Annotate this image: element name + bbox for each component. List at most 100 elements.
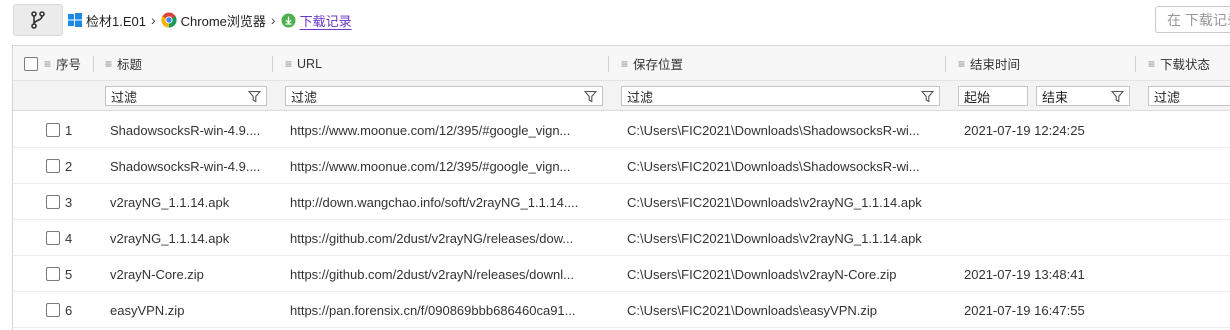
row-index: 3 [46, 184, 72, 220]
row-index: 2 [46, 148, 72, 184]
breadcrumb-item-evidence[interactable]: 检材1.E01 [68, 11, 146, 30]
column-menu-icon[interactable]: ≡ [105, 57, 112, 71]
row-index: 4 [46, 220, 72, 256]
filter-label: 结束 [1042, 89, 1069, 105]
save-path-filter-input[interactable]: 过滤 [621, 86, 940, 106]
table-row[interactable]: 3 v2rayNG_1.1.14.apk http://down.wangcha… [13, 184, 1230, 220]
row-number: 1 [65, 122, 73, 138]
column-label: 保存位置 [633, 58, 684, 72]
column-divider[interactable] [1135, 56, 1136, 72]
column-label: 下载状态 [1160, 58, 1211, 72]
row-index: 1 [46, 112, 72, 148]
column-header-url[interactable]: ≡ URL [285, 46, 322, 81]
row-save-path: C:\Users\FIC2021\Downloads\v2rayNG_1.1.1… [627, 230, 922, 246]
table-row[interactable]: 1 ShadowsocksR-win-4.9.... https://www.m… [13, 112, 1230, 148]
branch-button[interactable] [13, 4, 63, 36]
column-divider[interactable] [608, 56, 609, 72]
filter-funnel-icon[interactable] [578, 90, 602, 103]
row-number: 3 [65, 194, 73, 210]
title-filter-input[interactable]: 过滤 [105, 86, 267, 106]
filter-label: 过滤 [627, 89, 654, 105]
row-status [1154, 292, 1230, 328]
row-title: ShadowsocksR-win-4.9.... [110, 122, 261, 138]
row-number: 2 [65, 158, 73, 174]
breadcrumb-item-downloads[interactable]: 下载记录 [281, 11, 352, 30]
filter-funnel-icon[interactable] [915, 90, 939, 103]
row-end-time [964, 148, 1134, 184]
row-status [1154, 256, 1230, 292]
breadcrumb-label: 下载记录 [299, 13, 352, 29]
download-icon [281, 13, 296, 28]
row-title: v2rayN-Core.zip [110, 266, 204, 282]
column-header-title[interactable]: ≡ 标题 [105, 46, 142, 81]
row-title: v2rayNG_1.1.14.apk [110, 230, 230, 246]
column-label: 序号 [56, 58, 82, 72]
column-divider[interactable] [945, 56, 946, 72]
filter-label: 过滤 [1154, 89, 1181, 105]
row-status [1154, 112, 1230, 148]
row-title: ShadowsocksR-win-4.9.... [110, 158, 261, 174]
column-label: URL [297, 56, 323, 71]
column-menu-icon[interactable]: ≡ [44, 57, 51, 71]
breadcrumb-separator: › [150, 12, 156, 28]
filter-label: 起始 [964, 89, 991, 105]
downloads-table: ≡ 序号 ≡ 标题 ≡ URL ≡ 保存位置 ≡ 结束时间 ≡ 下载状态 过滤 … [12, 45, 1230, 330]
breadcrumb: 检材1.E01 › Chrome浏览器 › 下载记录 [68, 8, 352, 32]
column-header-index[interactable]: ≡ 序号 [24, 46, 81, 81]
column-label: 标题 [117, 58, 143, 72]
breadcrumb-label: Chrome浏览器 [180, 13, 266, 29]
row-save-path: C:\Users\FIC2021\Downloads\v2rayNG_1.1.1… [627, 194, 922, 210]
row-title: easyVPN.zip [110, 302, 185, 318]
row-url: https://www.moonue.com/12/395/#google_vi… [290, 122, 571, 138]
filter-funnel-icon[interactable] [242, 90, 266, 103]
top-bar: 检材1.E01 › Chrome浏览器 › 下载记录 在 下载记录中搜索 [0, 0, 1230, 40]
breadcrumb-item-chrome[interactable]: Chrome浏览器 [161, 11, 266, 30]
column-divider[interactable] [272, 56, 273, 72]
url-filter-input[interactable]: 过滤 [285, 86, 603, 106]
table-row[interactable]: 5 v2rayN-Core.zip https://github.com/2du… [13, 256, 1230, 292]
select-all-checkbox[interactable] [24, 56, 38, 71]
status-filter-input[interactable]: 过滤 [1148, 86, 1230, 106]
row-index: 5 [46, 256, 72, 292]
table-row[interactable]: 6 easyVPN.zip https://pan.forensix.cn/f/… [13, 292, 1230, 328]
column-header-status[interactable]: ≡ 下载状态 [1148, 46, 1210, 81]
row-title: v2rayNG_1.1.14.apk [110, 194, 230, 210]
row-checkbox[interactable] [46, 303, 60, 317]
table-row[interactable]: 4 v2rayNG_1.1.14.apk https://github.com/… [13, 220, 1230, 256]
search-input[interactable] [1167, 11, 1230, 28]
row-url: https://github.com/2dust/v2rayN/releases… [290, 266, 574, 282]
column-menu-icon[interactable]: ≡ [958, 57, 965, 71]
filter-label: 过滤 [111, 89, 138, 105]
column-menu-icon[interactable]: ≡ [621, 57, 628, 71]
table-row[interactable]: 2 ShadowsocksR-win-4.9.... https://www.m… [13, 148, 1230, 184]
row-url: http://down.wangchao.info/soft/v2rayNG_1… [290, 194, 579, 210]
breadcrumb-label: 检材1.E01 [86, 13, 146, 29]
column-menu-icon[interactable]: ≡ [285, 57, 292, 71]
row-status [1154, 220, 1230, 256]
row-checkbox[interactable] [46, 195, 60, 209]
row-save-path: C:\Users\FIC2021\Downloads\v2rayN-Core.z… [627, 266, 897, 282]
row-checkbox[interactable] [46, 267, 60, 281]
git-branch-icon [31, 11, 45, 29]
column-divider[interactable] [93, 56, 94, 72]
row-url: https://github.com/2dust/v2rayNG/release… [290, 230, 574, 246]
row-number: 6 [65, 302, 73, 318]
filter-funnel-icon[interactable] [1105, 90, 1129, 103]
chrome-icon [161, 12, 177, 28]
end-time-start-filter[interactable]: 起始 [958, 86, 1028, 106]
row-number: 4 [65, 230, 73, 246]
column-header-end-time[interactable]: ≡ 结束时间 [958, 46, 1020, 81]
row-checkbox[interactable] [46, 123, 60, 137]
end-time-end-filter[interactable]: 结束 [1036, 86, 1130, 106]
column-header-save-path[interactable]: ≡ 保存位置 [621, 46, 683, 81]
row-url: https://www.moonue.com/12/395/#google_vi… [290, 158, 571, 174]
table-header: ≡ 序号 ≡ 标题 ≡ URL ≡ 保存位置 ≡ 结束时间 ≡ 下载状态 [13, 46, 1230, 81]
row-save-path: C:\Users\FIC2021\Downloads\ShadowsocksR-… [627, 158, 920, 174]
row-checkbox[interactable] [46, 231, 60, 245]
column-menu-icon[interactable]: ≡ [1148, 57, 1155, 71]
row-number: 5 [65, 266, 73, 282]
row-checkbox[interactable] [46, 159, 60, 173]
row-index: 6 [46, 292, 72, 328]
search-box [1155, 6, 1230, 33]
filter-label: 过滤 [291, 89, 318, 105]
